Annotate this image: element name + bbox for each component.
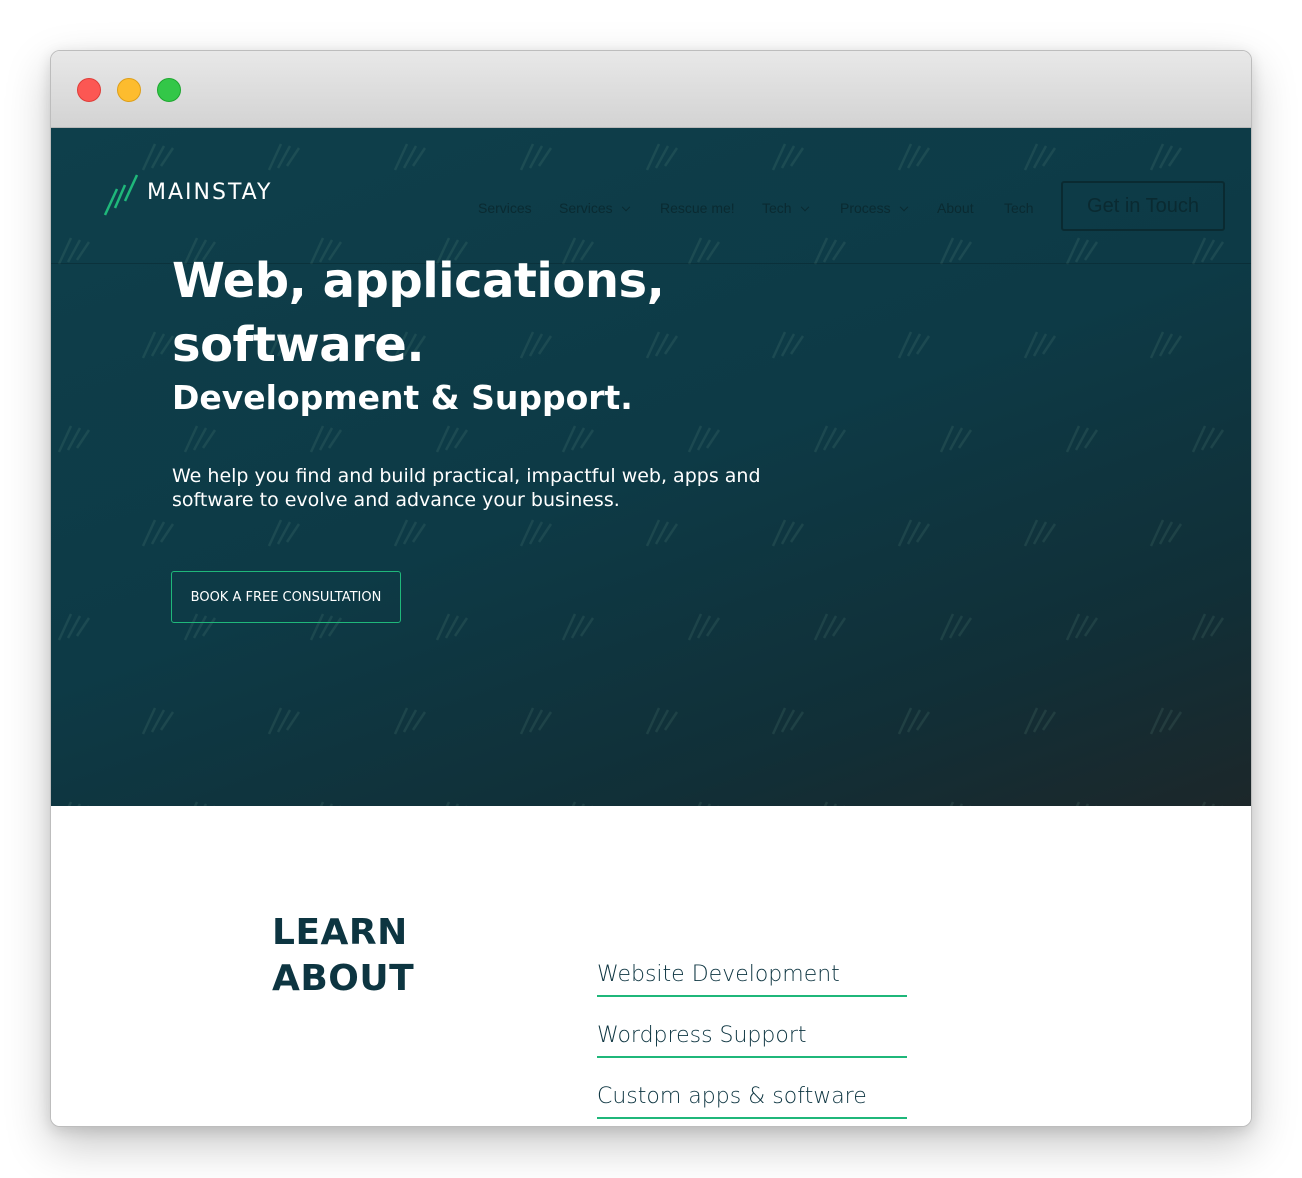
- slash-mark: [897, 331, 931, 359]
- nav-item-label: Services: [559, 200, 613, 216]
- slash-mark: [771, 519, 805, 547]
- logo-slashes-icon: [103, 174, 139, 216]
- slash-mark: [1023, 519, 1057, 547]
- slash-mark: [645, 143, 679, 171]
- nav-item-rescue-me[interactable]: Rescue me!: [660, 200, 735, 216]
- get-in-touch-button[interactable]: Get in Touch: [1061, 181, 1225, 231]
- slash-mark: [57, 237, 91, 265]
- slash-mark: [897, 143, 931, 171]
- hero-description: We help you find and build practical, im…: [172, 465, 761, 511]
- slash-mark: [561, 425, 595, 453]
- slash-mark: [141, 331, 175, 359]
- minimize-window-button[interactable]: [117, 78, 141, 102]
- slash-mark: [1191, 237, 1225, 265]
- logo-text: MAINSTAY: [147, 180, 273, 205]
- link-custom-apps-software[interactable]: Custom apps & software: [597, 1079, 907, 1119]
- slash-mark: [897, 707, 931, 735]
- book-consultation-button[interactable]: BOOK A FREE CONSULTATION: [171, 571, 401, 623]
- slash-mark: [1023, 143, 1057, 171]
- slash-mark: [309, 425, 343, 453]
- slash-mark: [1149, 707, 1183, 735]
- slash-mark: [771, 707, 805, 735]
- slash-mark: [939, 237, 973, 265]
- nav-item-label: Services: [478, 200, 532, 216]
- close-window-button[interactable]: [77, 78, 101, 102]
- slash-mark: [141, 707, 175, 735]
- nav-item-process-dropdown[interactable]: Process: [840, 200, 908, 216]
- slash-mark: [813, 425, 847, 453]
- learn-about-title: LEARN ABOUT: [272, 912, 415, 999]
- slash-mark: [939, 425, 973, 453]
- nav-item-tech-dropdown[interactable]: Tech: [762, 200, 809, 216]
- slash-mark: [813, 613, 847, 641]
- nav-item-services-dropdown[interactable]: Services: [559, 200, 630, 216]
- link-wordpress-support[interactable]: Wordpress Support: [597, 1018, 907, 1058]
- slash-mark: [393, 519, 427, 547]
- slash-mark: [1191, 425, 1225, 453]
- hero-subtitle: Development & Support.: [172, 378, 633, 417]
- nav-item-label: Tech: [762, 200, 792, 216]
- slash-mark: [141, 519, 175, 547]
- slash-mark: [561, 613, 595, 641]
- slash-mark: [435, 613, 469, 641]
- slash-mark: [519, 519, 553, 547]
- slash-mark: [687, 425, 721, 453]
- slash-mark: [687, 613, 721, 641]
- slash-mark: [141, 143, 175, 171]
- slash-mark: [267, 143, 301, 171]
- slash-mark: [1023, 331, 1057, 359]
- slash-mark: [771, 143, 805, 171]
- slash-mark: [1149, 331, 1183, 359]
- slash-mark: [1065, 425, 1099, 453]
- nav-item-label: Rescue me!: [660, 200, 735, 216]
- slash-mark: [393, 143, 427, 171]
- zoom-window-button[interactable]: [157, 78, 181, 102]
- chevron-down-icon: [899, 202, 908, 212]
- nav-item-services[interactable]: Services: [478, 200, 532, 216]
- chevron-down-icon: [621, 202, 630, 212]
- slash-mark: [57, 613, 91, 641]
- slash-mark: [519, 143, 553, 171]
- slash-mark: [1149, 519, 1183, 547]
- hero-section: MAINSTAY Services Services Rescue me! Te…: [51, 128, 1251, 806]
- slash-mark: [393, 707, 427, 735]
- learn-about-section: LEARN ABOUT Website Development Wordpres…: [51, 806, 1251, 1126]
- slash-mark: [1191, 613, 1225, 641]
- slash-mark: [519, 707, 553, 735]
- slash-mark: [267, 519, 301, 547]
- slash-mark: [183, 425, 217, 453]
- nav-item-label: About: [937, 200, 974, 216]
- slash-mark: [57, 425, 91, 453]
- slash-mark: [645, 707, 679, 735]
- slash-mark: [267, 707, 301, 735]
- nav-item-label: Process: [840, 200, 891, 216]
- nav-item-tech[interactable]: Tech: [1004, 200, 1034, 216]
- slash-mark: [813, 237, 847, 265]
- nav-item-about[interactable]: About: [937, 200, 974, 216]
- slash-mark: [1149, 143, 1183, 171]
- slash-mark: [645, 519, 679, 547]
- browser-window: MAINSTAY Services Services Rescue me! Te…: [50, 50, 1252, 1127]
- slash-mark: [897, 519, 931, 547]
- hero-title: Web, applications, software.: [172, 253, 665, 373]
- slash-mark: [1023, 707, 1057, 735]
- slash-mark: [435, 425, 469, 453]
- slash-mark: [1065, 613, 1099, 641]
- chevron-down-icon: [800, 202, 809, 212]
- nav-item-label: Tech: [1004, 200, 1034, 216]
- slash-mark: [1065, 237, 1099, 265]
- window-titlebar: [51, 51, 1251, 128]
- slash-mark: [939, 613, 973, 641]
- link-website-development[interactable]: Website Development: [597, 957, 907, 997]
